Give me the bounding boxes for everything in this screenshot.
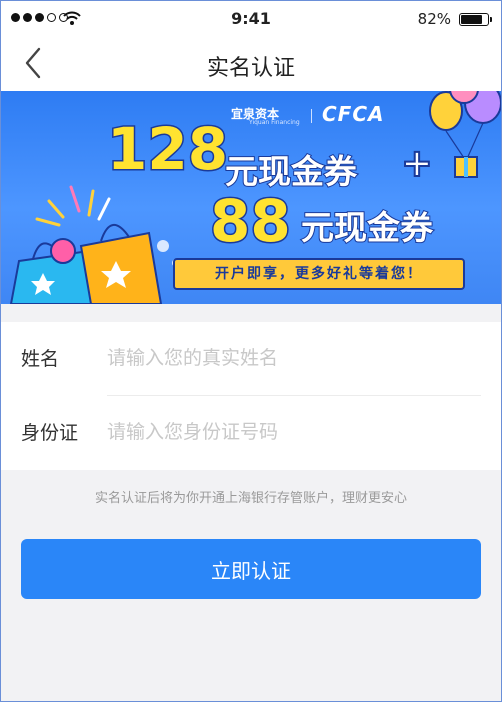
brand-divider [311,109,312,123]
voucher-amount-2: 88 [209,186,293,257]
info-hint: 实名认证后将为你开通上海银行存管账户，理财更安心 [94,491,407,506]
voucher-label-1: 元现金券 [224,151,358,192]
page-title: 实名认证 [206,56,295,81]
navigation-bar: 实名认证 [1,37,501,91]
plus-sign: + [400,140,434,186]
brand-english: Yiquan Financing [249,119,300,126]
name-input[interactable] [107,338,477,378]
id-number-input[interactable] [107,412,477,452]
promo-ribbon: 开户即享，更多好礼等着您！ [173,258,465,290]
voucher-label-2: 元现金券 [300,207,434,248]
verification-form: 姓名 身份证 [1,322,501,470]
name-row: 姓名 [1,322,501,396]
battery-icon [459,13,492,26]
id-label: 身份证 [21,422,79,444]
name-label: 姓名 [21,348,60,370]
battery-level [461,15,483,24]
status-bar: 9:41 82% [1,1,501,37]
balloon-icon [429,91,501,178]
battery-percentage: 82% [417,10,451,28]
app-frame: 9:41 82% 实名认证 宜泉资本 Yiquan Financing CFCA… [0,0,502,702]
promo-banner[interactable]: 宜泉资本 Yiquan Financing CFCA 128 元现金券 + 88… [1,91,501,304]
cfca-logo: CFCA [322,102,385,126]
id-row: 身份证 [1,396,501,469]
voucher-amount-1: 128 [105,114,229,185]
gift-bag-icon [9,224,180,304]
verify-button[interactable]: 立即认证 [21,539,481,599]
